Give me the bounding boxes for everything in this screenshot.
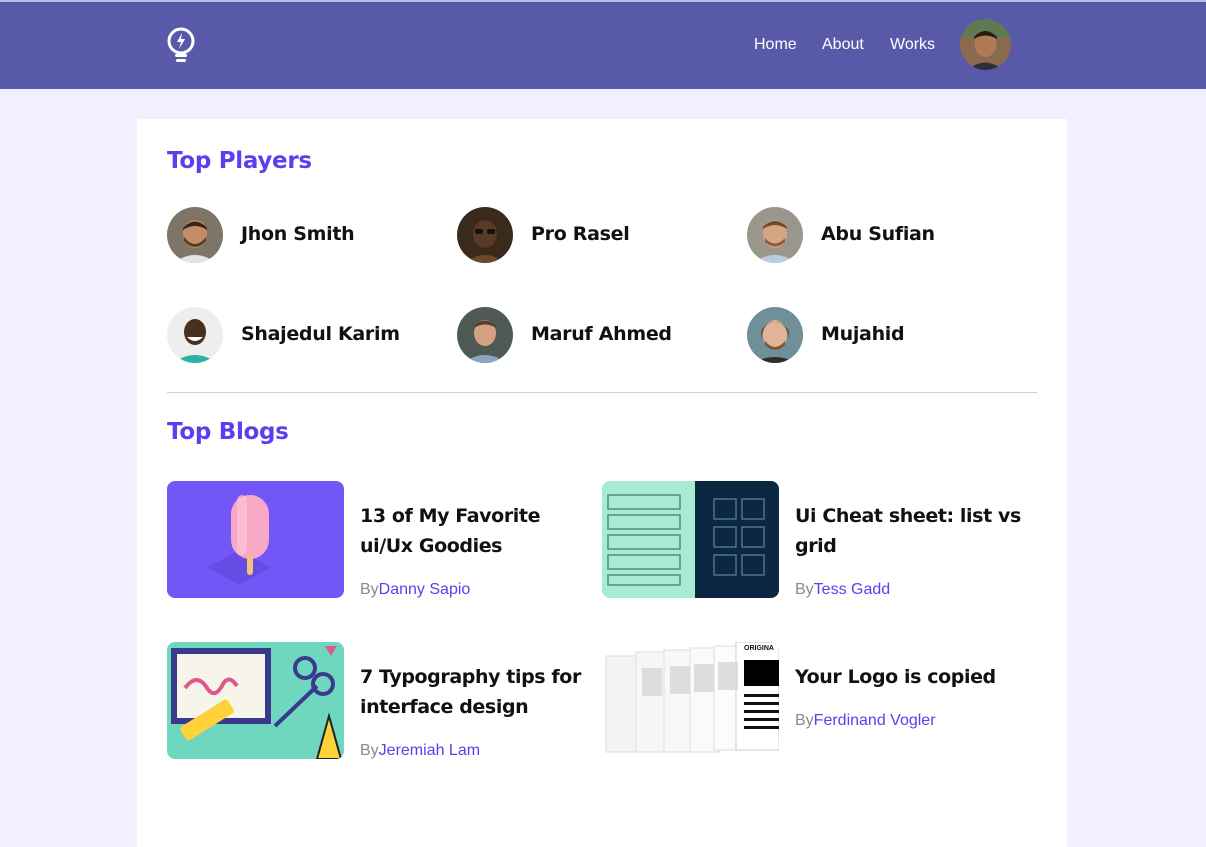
blog-byline: ByFerdinand Vogler xyxy=(795,712,936,730)
by-prefix: By xyxy=(795,712,814,729)
blog-item[interactable]: ORIGINA Your Logo is copied ByFerdinand … xyxy=(602,642,1032,760)
player-name: Shajedul Karim xyxy=(241,323,400,345)
nav-about[interactable]: About xyxy=(822,36,864,54)
blog-byline: ByDanny Sapio xyxy=(360,581,470,599)
blog-byline: ByJeremiah Lam xyxy=(360,742,480,760)
blog-item[interactable]: Ui Cheat sheet: list vs grid ByTess Gadd xyxy=(602,481,1032,599)
blog-thumbnail-list-grid[interactable] xyxy=(602,481,779,598)
player-avatar xyxy=(747,207,803,263)
blog-title[interactable]: Ui Cheat sheet: list vs grid xyxy=(795,501,1030,561)
player-item[interactable]: Mujahid xyxy=(747,307,1017,363)
bulb-logo-icon[interactable] xyxy=(165,26,197,64)
blog-author-link[interactable]: Danny Sapio xyxy=(379,581,471,598)
player-avatar xyxy=(167,307,223,363)
thumb-text-original: ORIGINA xyxy=(744,645,774,652)
nav-home[interactable]: Home xyxy=(754,36,797,54)
blog-thumbnail-popsicle[interactable] xyxy=(167,481,344,598)
blog-author-link[interactable]: Jeremiah Lam xyxy=(379,742,480,759)
main-card: Top Players Jhon Smith Pro Rasel Abu Suf… xyxy=(137,119,1067,847)
nav-works[interactable]: Works xyxy=(890,36,935,54)
player-item[interactable]: Shajedul Karim xyxy=(167,307,437,363)
player-avatar xyxy=(457,207,513,263)
header-bar: Home About Works xyxy=(0,2,1206,89)
player-name: Abu Sufian xyxy=(821,223,935,245)
blog-author-link[interactable]: Ferdinand Vogler xyxy=(814,712,936,729)
by-prefix: By xyxy=(360,742,379,759)
player-name: Pro Rasel xyxy=(531,223,630,245)
player-name: Mujahid xyxy=(821,323,905,345)
player-avatar xyxy=(167,207,223,263)
player-avatar xyxy=(457,307,513,363)
user-avatar[interactable] xyxy=(960,19,1011,70)
player-avatar xyxy=(747,307,803,363)
blog-title[interactable]: 13 of My Favorite ui/Ux Goodies xyxy=(360,501,595,561)
blog-byline: ByTess Gadd xyxy=(795,581,890,599)
blog-item[interactable]: 13 of My Favorite ui/Ux Goodies ByDanny … xyxy=(167,481,597,599)
blog-title[interactable]: Your Logo is copied xyxy=(795,662,1030,692)
section-divider xyxy=(167,392,1037,393)
blog-thumbnail-logo-copies[interactable]: ORIGINA xyxy=(602,642,779,759)
player-item[interactable]: Jhon Smith xyxy=(167,207,437,263)
top-players-heading: Top Players xyxy=(167,148,312,174)
blog-thumbnail-typography[interactable] xyxy=(167,642,344,759)
top-blogs-heading: Top Blogs xyxy=(167,419,289,445)
player-name: Jhon Smith xyxy=(241,223,355,245)
player-name: Maruf Ahmed xyxy=(531,323,672,345)
blog-author-link[interactable]: Tess Gadd xyxy=(814,581,890,598)
blog-title[interactable]: 7 Typography tips for interface design xyxy=(360,662,595,722)
by-prefix: By xyxy=(360,581,379,598)
player-item[interactable]: Abu Sufian xyxy=(747,207,1017,263)
by-prefix: By xyxy=(795,581,814,598)
blog-item[interactable]: 7 Typography tips for interface design B… xyxy=(167,642,597,760)
player-item[interactable]: Pro Rasel xyxy=(457,207,727,263)
player-item[interactable]: Maruf Ahmed xyxy=(457,307,727,363)
